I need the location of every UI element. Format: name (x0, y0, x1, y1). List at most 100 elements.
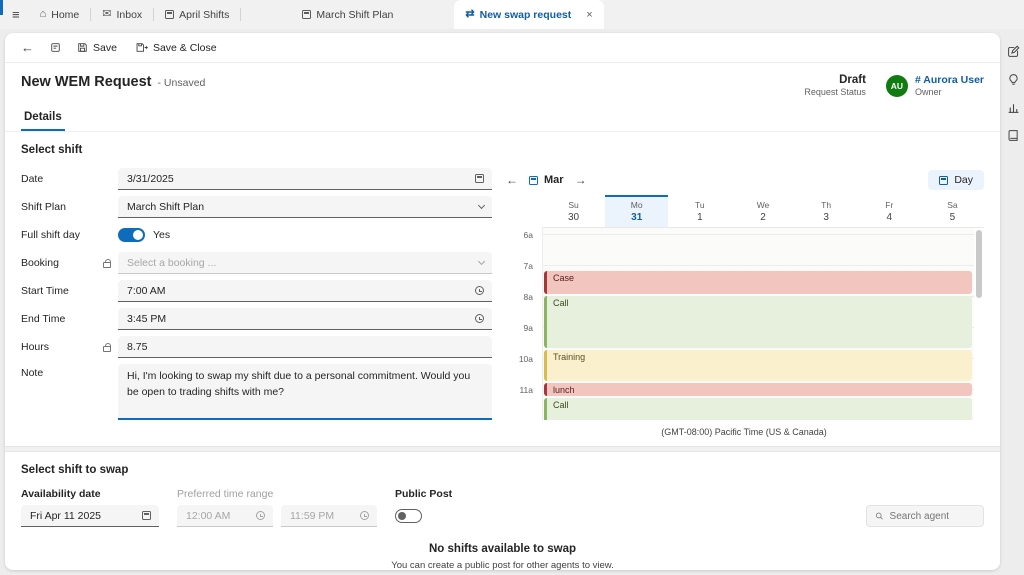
booking-field-row: Booking (21, 252, 492, 274)
note-textarea[interactable]: Hi, I'm looking to swap my shift due to … (118, 364, 492, 420)
clock-icon[interactable] (475, 314, 484, 323)
time-label: 8a (524, 292, 533, 302)
back-button[interactable]: ← (13, 38, 42, 57)
day-column-sa-5[interactable]: Sa5 (921, 195, 984, 227)
request-status-label: Request Status (804, 87, 866, 97)
day-view-label: Day (954, 174, 973, 186)
empty-state-title: No shifts available to swap (5, 543, 1000, 555)
end-time-label: End Time (21, 313, 103, 325)
search-agent-input[interactable] (890, 511, 975, 522)
hamburger-menu-icon[interactable]: ≡ (12, 7, 20, 22)
unsaved-indicator: - Unsaved (158, 77, 206, 89)
select-shift-section-title: Select shift (21, 144, 984, 156)
full-shift-day-label: Full shift day (21, 229, 103, 241)
calendar-event-training[interactable]: Training (544, 350, 972, 381)
day-column-tu-1[interactable]: Tu1 (668, 195, 731, 227)
public-post-group: Public Post (395, 488, 452, 527)
tab-april-shifts-label: April Shifts (179, 9, 229, 21)
calendar-icon (939, 176, 948, 185)
calendar-event-call[interactable]: Call (544, 398, 972, 420)
owner-block: AU # Aurora User Owner (886, 74, 984, 97)
edit-icon[interactable] (1007, 45, 1020, 58)
time-label: 6a (524, 230, 533, 240)
date-input[interactable] (118, 168, 492, 190)
owner-link[interactable]: # Aurora User (915, 74, 984, 86)
hours-field-row: Hours (21, 336, 492, 358)
month-label: Mar (544, 174, 564, 186)
tab-march-shift-plan-label: March Shift Plan (316, 9, 393, 21)
day-column-th-3[interactable]: Th3 (795, 195, 858, 227)
save-icon (77, 42, 88, 53)
save-button[interactable]: Save (69, 38, 125, 58)
calendar-event-case[interactable]: Case (544, 271, 972, 294)
clock-icon[interactable] (475, 286, 484, 295)
availability-date-input[interactable] (21, 505, 159, 527)
top-tab-strip: ≡ ⌂ Home ✉ Inbox April Shifts March Shif… (0, 0, 1024, 29)
tab-inbox-label: Inbox (116, 9, 142, 21)
notebook-icon[interactable] (1007, 129, 1020, 142)
tab-separator (240, 8, 241, 21)
day-view-button[interactable]: Day (928, 170, 984, 190)
shift-plan-select[interactable] (118, 196, 492, 218)
time-label: 7a (524, 261, 533, 271)
next-month-icon[interactable]: → (573, 173, 589, 187)
end-time-input[interactable] (118, 308, 492, 330)
chart-icon[interactable] (1007, 101, 1020, 114)
start-time-label: Start Time (21, 285, 103, 297)
swap-controls: Availability date Preferred time range P (5, 488, 1000, 527)
booking-select[interactable] (118, 252, 492, 274)
start-time-input[interactable] (118, 280, 492, 302)
close-tab-icon[interactable]: × (586, 9, 592, 21)
lock-icon (103, 262, 111, 268)
swap-icon: ⇄ (465, 9, 474, 20)
app-accent-bar (0, 0, 3, 15)
date-field-row: Date (21, 168, 492, 190)
page-title: New WEM Request (21, 74, 152, 90)
clock-icon (360, 511, 369, 520)
calendar-nav: ← Mar → Day (504, 168, 984, 192)
lock-icon (103, 346, 111, 352)
tab-inbox[interactable]: ✉ Inbox (91, 0, 153, 29)
scrollbar-thumb[interactable] (976, 230, 982, 298)
calendar-event-call[interactable]: Call (544, 296, 972, 348)
hours-label: Hours (21, 341, 103, 353)
request-status-value: Draft (804, 74, 866, 86)
owner-label: Owner (915, 87, 984, 97)
calendar-events-area: CaseCallTraininglunchCall (542, 228, 974, 420)
calendar-icon (529, 176, 538, 185)
day-column-we-2[interactable]: We2 (731, 195, 794, 227)
date-picker-icon[interactable] (475, 174, 484, 183)
home-icon: ⌂ (40, 9, 47, 20)
prev-month-icon[interactable]: ← (504, 173, 520, 187)
form-switcher-icon[interactable] (44, 38, 67, 57)
tab-home-label: Home (51, 9, 79, 21)
tab-details[interactable]: Details (21, 105, 65, 131)
preferred-time-range-group: Preferred time range (177, 488, 377, 527)
public-post-toggle[interactable] (395, 509, 422, 523)
lightbulb-icon[interactable] (1007, 73, 1020, 86)
tab-home[interactable]: ⌂ Home (29, 0, 91, 29)
empty-state-subtitle: You can create a public post for other a… (5, 560, 1000, 570)
calendar-icon (302, 10, 311, 19)
tab-new-swap-request[interactable]: ⇄ New swap request × (454, 0, 603, 29)
inbox-icon: ✉ (102, 9, 111, 20)
calendar-icon (165, 10, 174, 19)
tab-april-shifts[interactable]: April Shifts (154, 0, 240, 29)
save-and-close-icon (135, 42, 148, 53)
end-time-field-row: End Time (21, 308, 492, 330)
start-time-field-row: Start Time (21, 280, 492, 302)
calendar-scrollbar (974, 228, 984, 420)
chevron-down-icon[interactable] (479, 202, 484, 208)
shift-calendar: ← Mar → Day Su30Mo31Tu1We2Th3Fr4Sa5 6 (504, 168, 984, 437)
day-column-fr-4[interactable]: Fr4 (858, 195, 921, 227)
day-column-su-30[interactable]: Su30 (542, 195, 605, 227)
save-and-close-button[interactable]: Save & Close (127, 38, 225, 58)
full-shift-day-toggle[interactable] (118, 228, 145, 242)
month-picker[interactable]: Mar (529, 174, 564, 186)
date-picker-icon[interactable] (142, 511, 151, 520)
hours-input[interactable] (118, 336, 492, 358)
day-column-mo-31[interactable]: Mo31 (605, 195, 668, 227)
calendar-event-lunch[interactable]: lunch (544, 383, 972, 397)
no-shifts-empty-state: No shifts available to swap You can crea… (5, 543, 1000, 570)
tab-march-shift-plan[interactable]: March Shift Plan (291, 0, 404, 29)
